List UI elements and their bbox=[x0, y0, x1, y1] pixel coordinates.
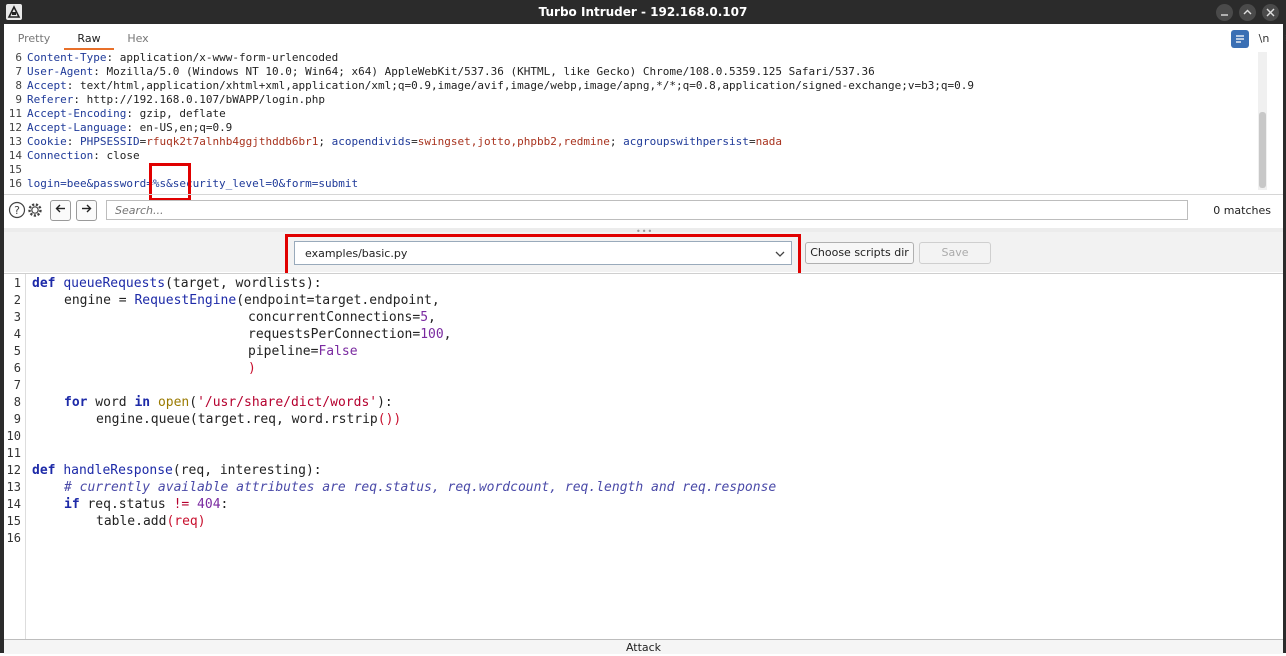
line-number: 10 bbox=[6, 429, 21, 443]
line-number-gutter: 1 2 3 4 5 6 7 8 9 10 11 12 13 14 15 16 bbox=[4, 274, 26, 639]
line-number: 4 bbox=[13, 327, 21, 341]
close-icon bbox=[1266, 8, 1275, 17]
request-line: 9 Referer: http://192.168.0.107/bWAPP/log… bbox=[15, 93, 326, 106]
code-line: def handleResponse(req, interesting): bbox=[32, 463, 322, 478]
code-line: concurrentConnections=5, bbox=[248, 310, 436, 325]
line-number: 5 bbox=[13, 344, 21, 358]
line-number: 11 bbox=[6, 446, 21, 460]
code-line: pipeline=False bbox=[248, 344, 358, 359]
line-number: 16 bbox=[6, 531, 21, 545]
request-line: 15 bbox=[8, 163, 22, 176]
request-scrollbar[interactable] bbox=[1258, 52, 1267, 190]
code-line: for word in open('/usr/share/dict/words'… bbox=[64, 395, 393, 410]
close-button[interactable] bbox=[1262, 4, 1279, 21]
code-line: engine = RequestEngine(endpoint=target.e… bbox=[64, 293, 440, 308]
show-newlines-button[interactable]: \n bbox=[1255, 30, 1273, 48]
divider bbox=[4, 194, 1283, 195]
gear-icon bbox=[28, 203, 42, 217]
code-line: ) bbox=[248, 361, 256, 376]
line-number: 12 bbox=[6, 463, 21, 477]
raw-request-editor[interactable]: 6 Content-Type: application/x-www-form-ur… bbox=[4, 51, 1268, 193]
code-line: engine.queue(target.req, word.rstrip()) bbox=[96, 412, 402, 427]
code-line: requestsPerConnection=100, bbox=[248, 327, 452, 342]
search-bar: ? 0 matches bbox=[4, 197, 1283, 223]
title-bar: Turbo Intruder - 192.168.0.107 bbox=[0, 0, 1286, 24]
request-line: 14 Connection: close bbox=[8, 149, 140, 162]
code-line: # currently available attributes are req… bbox=[64, 480, 777, 495]
next-match-button[interactable] bbox=[76, 200, 97, 221]
arrow-left-icon bbox=[55, 204, 65, 213]
line-number: 15 bbox=[6, 514, 21, 528]
attack-button[interactable]: Attack bbox=[4, 639, 1283, 654]
minimize-icon bbox=[1221, 14, 1228, 16]
tab-raw[interactable]: Raw bbox=[64, 30, 114, 50]
line-number: 7 bbox=[13, 378, 21, 392]
request-line: 12 Accept-Language: en-US,en;q=0.9 bbox=[8, 121, 233, 134]
line-number: 3 bbox=[13, 310, 21, 324]
request-cookie-line: 13 Cookie: PHPSESSID=rfuqk2t7alnhb4ggjthd… bbox=[8, 135, 783, 148]
code-line: def queueRequests(target, wordlists): bbox=[32, 276, 322, 291]
line-number: 13 bbox=[6, 480, 21, 494]
script-editor[interactable]: 1 2 3 4 5 6 7 8 9 10 11 12 13 14 15 16 d… bbox=[4, 273, 1283, 639]
save-button[interactable]: Save bbox=[919, 242, 991, 264]
previous-match-button[interactable] bbox=[50, 200, 71, 221]
maximize-icon bbox=[1243, 9, 1252, 15]
help-button[interactable]: ? bbox=[8, 201, 26, 219]
line-number: 9 bbox=[13, 412, 21, 426]
search-input[interactable] bbox=[106, 200, 1188, 220]
request-line: 7 User-Agent: Mozilla/5.0 (Windows NT 10.… bbox=[15, 65, 875, 78]
choose-scripts-dir-button[interactable]: Choose scripts dir bbox=[805, 242, 914, 264]
scrollbar-thumb[interactable] bbox=[1259, 112, 1266, 188]
script-select-highlight bbox=[285, 234, 801, 277]
minimize-button[interactable] bbox=[1216, 4, 1233, 21]
request-line: 8 Accept: text/html,application/xhtml+xml… bbox=[15, 79, 975, 92]
arrow-right-icon bbox=[82, 204, 92, 213]
help-icon: ? bbox=[8, 201, 26, 219]
request-line: 11 Accept-Encoding: gzip, deflate bbox=[8, 107, 226, 120]
tab-pretty[interactable]: Pretty bbox=[12, 30, 56, 48]
line-number: 8 bbox=[13, 395, 21, 409]
word-wrap-button[interactable] bbox=[1231, 30, 1249, 48]
window-title: Turbo Intruder - 192.168.0.107 bbox=[538, 5, 748, 19]
settings-button[interactable] bbox=[26, 201, 44, 219]
svg-text:?: ? bbox=[14, 204, 20, 217]
code-line: table.add(req) bbox=[96, 514, 206, 529]
line-number: 1 bbox=[13, 276, 21, 290]
payload-marker-highlight bbox=[149, 163, 191, 201]
word-wrap-icon bbox=[1236, 35, 1244, 43]
line-number: 14 bbox=[6, 497, 21, 511]
tab-hex[interactable]: Hex bbox=[120, 30, 156, 48]
code-line: if req.status != 404: bbox=[64, 497, 229, 512]
editor-menu-button[interactable]: ≡ bbox=[1280, 30, 1286, 48]
maximize-button[interactable] bbox=[1239, 4, 1256, 21]
request-line: 6 Content-Type: application/x-www-form-ur… bbox=[15, 51, 339, 64]
match-count: 0 matches bbox=[1213, 204, 1271, 217]
line-number: 2 bbox=[13, 293, 21, 307]
line-number: 6 bbox=[13, 361, 21, 375]
